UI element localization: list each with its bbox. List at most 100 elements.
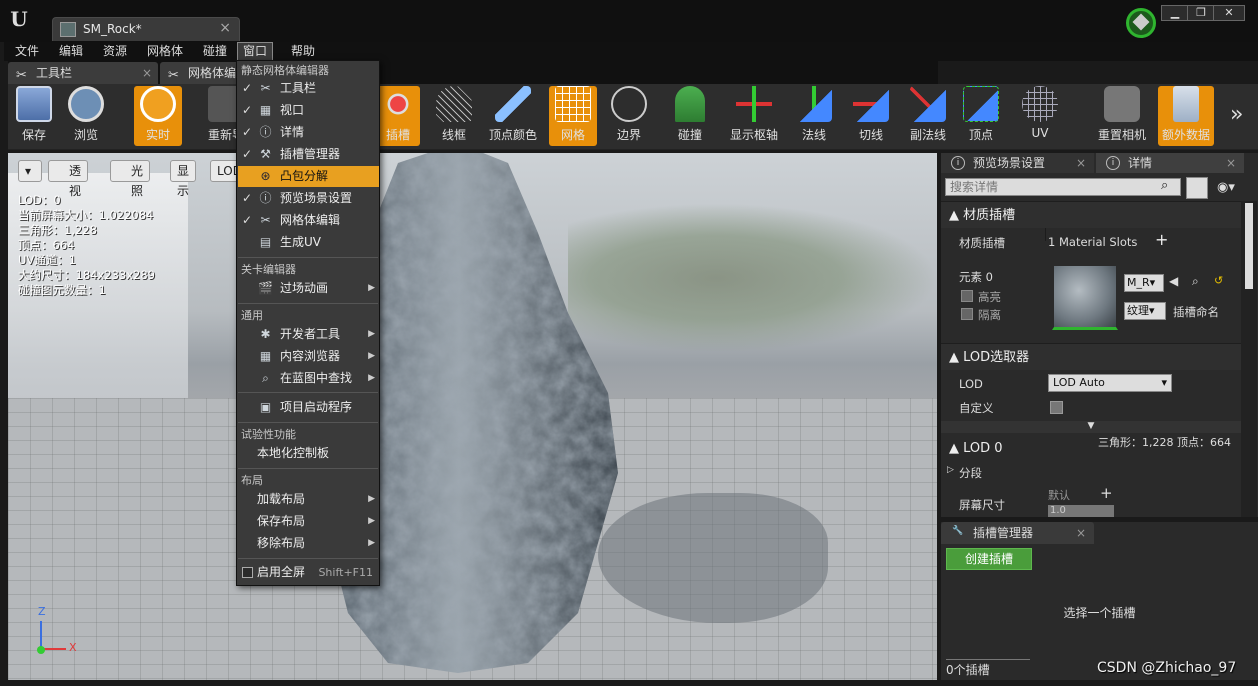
lit-button[interactable]: 光照 [110,160,151,198]
expand-icon: ▷ [947,465,954,475]
toolbar-more-icon[interactable]: » [1230,102,1243,127]
add-screen-size-button[interactable]: + [1100,484,1113,502]
material-thumbnail[interactable] [1052,264,1118,330]
tangents-button[interactable]: 切线 [853,86,889,146]
close-icon[interactable]: × [219,20,231,36]
submenu-arrow-icon: ▶ [368,373,375,383]
expand-arrow-icon[interactable]: ▼ [941,421,1241,433]
menu-collision[interactable]: 碰撞 [198,42,232,61]
menu-item-save-layout[interactable]: 保存布局 ▶ [238,511,379,532]
tab-toolbar[interactable]: ✂ 工具栏 × [8,62,158,84]
menu-help[interactable]: 帮助 [286,42,320,61]
menu-item-convex-decomposition[interactable]: ⊛ 凸包分解 [238,166,379,187]
collision-button[interactable]: 碰撞 [664,86,716,146]
sockets-button[interactable]: 插槽 [376,86,420,146]
project-launcher-icon: ▣ [259,400,272,414]
wireframe-button[interactable]: 线框 [434,86,474,146]
vertex-color-button[interactable]: 顶点颜色 [486,86,540,146]
close-icon[interactable]: × [142,62,152,84]
browse-asset-icon[interactable]: ⌕ [1192,274,1199,289]
tab-mesh-edit[interactable]: ✂ 网格体编 [160,62,240,84]
save-button[interactable]: 保存 [16,86,52,146]
details-icon: i [951,156,965,170]
close-window-button[interactable]: ✕ [1213,5,1245,21]
highlight-checkbox[interactable] [961,290,973,302]
bounds-button[interactable]: 边界 [609,86,649,146]
menu-file[interactable]: 文件 [10,42,44,61]
menu-item-mesh-edit[interactable]: ✓ ✂ 网格体编辑 [238,210,379,231]
details-search-input[interactable]: 搜索详情 [945,178,1181,196]
show-button[interactable]: 显示 [170,160,197,198]
menu-item-details[interactable]: ✓ ⓘ 详情 [238,122,379,143]
section-lod-picker[interactable]: ▲ LOD选取器 [941,343,1241,370]
create-socket-button[interactable]: 创建插槽 [946,548,1032,570]
tab-toolbar-label: 工具栏 [36,66,73,80]
menu-item-project-launcher[interactable]: ▣ 项目启动程序 [238,397,379,418]
check-icon: ✓ [242,103,253,117]
source-control-badge-icon[interactable] [1126,8,1156,38]
sections-row[interactable]: ▷ 分段 [941,461,1241,483]
reset-icon[interactable]: ↺ [1214,274,1223,287]
screen-size-input[interactable]: 1.0 [1048,505,1114,517]
panel-tab-strip: ✂ 工具栏 × ✂ 网格体编 [8,61,938,84]
tab-preview-scene-settings[interactable]: i 预览场景设置 × [941,153,1094,173]
generate-uv-icon: ▤ [259,235,272,249]
grid-button[interactable]: 网格 [549,86,597,146]
vertices-button[interactable]: 顶点 [963,86,999,146]
fullscreen-checkbox[interactable] [242,567,253,578]
extra-data-button[interactable]: 额外数据 [1158,86,1214,146]
custom-lod-checkbox[interactable] [1050,401,1063,414]
isolate-checkbox[interactable] [961,308,973,320]
reset-camera-button[interactable]: 重置相机 [1096,86,1148,146]
menu-mesh[interactable]: 网格体 [142,42,188,61]
menu-item-fullscreen[interactable]: 启用全屏 Shift+F11 [238,562,379,583]
menu-item-load-layout[interactable]: 加载布局 ▶ [238,489,379,510]
browse-button[interactable]: 浏览 [66,86,106,146]
details-scrollbar[interactable] [1241,201,1257,517]
tab-details[interactable]: i 详情 × [1096,153,1244,173]
show-pivot-button[interactable]: 显示枢轴 [728,86,780,146]
material-dropdown[interactable]: M_R▾ [1124,274,1164,292]
close-icon[interactable]: × [1076,153,1086,173]
lod-dropdown[interactable]: LOD Auto ▾ [1048,374,1172,392]
content-browser-icon: ▦ [259,349,272,363]
menu-item-find-in-blueprints[interactable]: ⌕ 在蓝图中查找 ▶ [238,368,379,389]
menu-asset[interactable]: 资源 [98,42,132,61]
divider [238,303,378,304]
maximize-button[interactable]: ❐ [1187,5,1215,21]
close-icon[interactable]: × [1076,522,1086,544]
section-material-slots[interactable]: ▲ 材质插槽 [941,201,1241,228]
menu-item-cinematics[interactable]: 🎬 过场动画 ▶ [238,278,379,299]
menu-item-content-browser[interactable]: ▦ 内容浏览器 ▶ [238,346,379,367]
menu-item-generate-uv[interactable]: ▤ 生成UV [238,232,379,253]
screen-size-row: 屏幕尺寸 默认 + 1.0 [959,484,1114,517]
menu-item-localization-dashboard[interactable]: 本地化控制板 [238,443,379,464]
binormals-button[interactable]: 副法线 [905,86,951,146]
menu-item-socket-manager[interactable]: ✓ ⚒ 插槽管理器 [238,144,379,165]
realtime-button[interactable]: 实时 [134,86,182,146]
minimize-button[interactable]: ▁ [1161,5,1189,21]
uv-button[interactable]: UV [1014,86,1066,146]
view-options-icon[interactable] [1186,177,1208,199]
menu-window[interactable]: 窗口 [237,42,274,61]
perspective-button[interactable]: 透视 [48,160,89,198]
document-tab[interactable]: SM_Rock* × [52,17,240,41]
menu-item-viewport[interactable]: ✓ ▦ 视口 [238,100,379,121]
eye-icon[interactable]: ◉▾ [1217,180,1235,195]
viewport[interactable]: ▾ 透视 光照 显示 LOD自 LOD：0 当前屏幕大小：1.022084 三角… [8,153,937,680]
normals-button[interactable]: 法线 [796,86,832,146]
menu-item-developer-tools[interactable]: ✱ 开发者工具 ▶ [238,324,379,345]
viewport-options-button[interactable]: ▾ [18,160,42,182]
add-material-slot-button[interactable]: + [1155,230,1168,249]
section-header: 通用 [241,309,263,322]
menu-edit[interactable]: 编辑 [54,42,88,61]
close-icon[interactable]: × [1226,153,1236,173]
use-selected-asset-icon[interactable]: ◀ [1169,274,1178,288]
section-lod0[interactable]: ▲ LOD 0 [941,435,1091,462]
stopwatch-icon [140,86,176,122]
menu-item-preview-scene-settings[interactable]: ✓ ⓘ 预览场景设置 [238,188,379,209]
tab-socket-manager[interactable]: 🔧 插槽管理器 × [941,522,1094,544]
menu-item-toolbar[interactable]: ✓ ✂ 工具栏 [238,78,379,99]
texture-dropdown[interactable]: 纹理▾ [1124,302,1166,320]
menu-item-remove-layout[interactable]: 移除布局 ▶ [238,533,379,554]
